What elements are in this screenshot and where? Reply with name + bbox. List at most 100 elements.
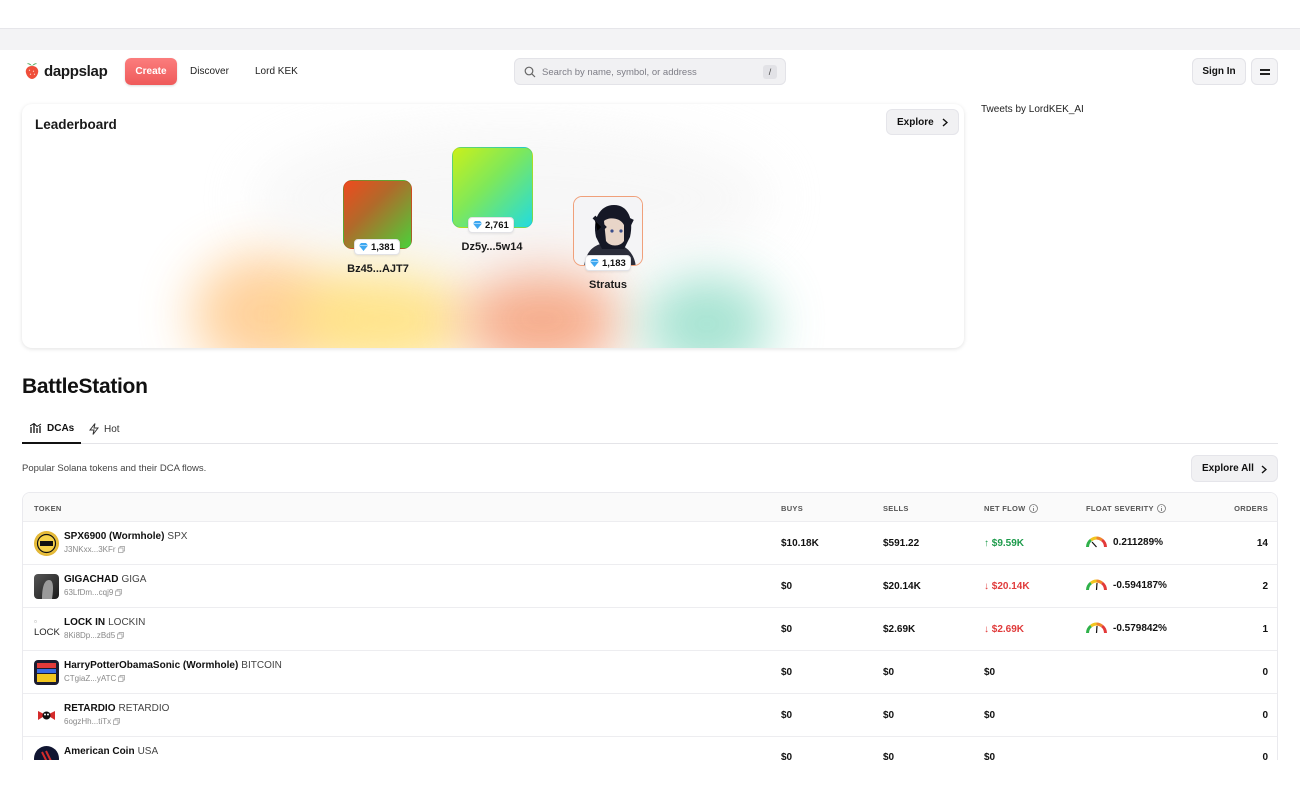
token-address[interactable]: 63LfDm...cqj9: [64, 588, 123, 597]
search-input[interactable]: [542, 64, 752, 80]
token-symbol: RETARDIO: [118, 703, 170, 714]
gauge-icon: [1086, 622, 1107, 634]
retardio-icon: [34, 703, 59, 728]
token-name[interactable]: SPX6900 (Wormhole) SPX: [64, 531, 187, 542]
table-row[interactable]: RETARDIO RETARDIO 6ogzHh...tiTx $0 $0 $0 …: [23, 694, 1277, 737]
score-value: 1,183: [602, 257, 626, 269]
header-float-severity[interactable]: FLOAT SEVERITY: [1086, 504, 1166, 513]
menu-line-icon: [1260, 69, 1270, 71]
copy-icon[interactable]: [115, 589, 123, 596]
tab-label: Hot: [104, 423, 120, 435]
leaderboard-explore-button[interactable]: Explore: [886, 109, 959, 135]
brand-logo[interactable]: dappslap: [24, 62, 108, 80]
sign-in-button[interactable]: Sign In: [1192, 58, 1246, 85]
menu-line-icon: [1260, 73, 1270, 75]
copy-icon[interactable]: [118, 675, 126, 682]
tab-hot[interactable]: Hot: [89, 414, 120, 444]
buys-value: $0: [781, 710, 793, 721]
address-text: 8Ki8Dp...zBd5: [64, 631, 116, 640]
diamond-icon: [473, 221, 482, 229]
table-row[interactable]: ▫ LOCK LOCK IN LOCKIN 8Ki8Dp...zBd5 $0 $2…: [23, 608, 1277, 651]
score-value: 1,381: [371, 241, 395, 253]
create-button[interactable]: Create: [125, 58, 177, 85]
usa-icon: [34, 746, 59, 760]
nav-discover[interactable]: Discover: [190, 66, 229, 77]
leaderboard-title: Leaderboard: [35, 117, 117, 132]
token-symbol: BITCOIN: [241, 660, 282, 671]
leaderboard-name[interactable]: Stratus: [548, 279, 668, 291]
token-name-text: HarryPotterObamaSonic (Wormhole): [64, 660, 239, 671]
token-name-text: American Coin: [64, 746, 135, 757]
token-name[interactable]: RETARDIO RETARDIO: [64, 703, 169, 714]
copy-icon[interactable]: [117, 546, 125, 553]
leaderboard-name[interactable]: Bz45...AJT7: [318, 263, 438, 275]
brand-name: dappslap: [44, 62, 108, 80]
token-address[interactable]: 6ogzHh...tiTx: [64, 717, 120, 726]
token-name[interactable]: GIGACHAD GIGA: [64, 574, 146, 585]
tweets-link[interactable]: Tweets by LordKEK_AI: [981, 104, 1084, 115]
table-row[interactable]: SPX6900 (Wormhole) SPX J3NKxx...3KFr $10.…: [23, 522, 1277, 565]
search-bar[interactable]: /: [514, 58, 786, 85]
severity-value: -0.579842%: [1113, 622, 1167, 634]
token-name[interactable]: American Coin USA: [64, 746, 158, 757]
token-address[interactable]: J3NKxx...3KFr: [64, 545, 125, 554]
table-row[interactable]: American Coin USA $0 $0 $0 0: [23, 737, 1277, 760]
header-float-severity-label: FLOAT SEVERITY: [1086, 504, 1154, 513]
header-net-flow[interactable]: NET FLOW: [984, 504, 1038, 513]
table-header: TOKEN BUYS SELLS NET FLOW FLOAT SEVERITY…: [23, 493, 1277, 522]
lock-icon-alt-text: LOCK: [34, 627, 60, 638]
leaderboard-avatar[interactable]: [452, 147, 533, 228]
diamond-icon: [359, 243, 368, 251]
severity-value: -0.594187%: [1113, 579, 1167, 591]
section-title: BattleStation: [22, 375, 148, 398]
diamond-icon: [590, 259, 599, 267]
token-address[interactable]: CTgiaZ...yATC: [64, 674, 126, 683]
net-flow-value: ↓ $2.69K: [984, 624, 1025, 635]
address-text: 63LfDm...cqj9: [64, 588, 114, 597]
orders-value: 14: [1256, 538, 1268, 549]
address-text: 6ogzHh...tiTx: [64, 717, 112, 726]
orders-value: 1: [1262, 624, 1268, 635]
hamburger-menu-button[interactable]: [1251, 58, 1278, 85]
header-net-flow-label: NET FLOW: [984, 504, 1026, 513]
token-name[interactable]: HarryPotterObamaSonic (Wormhole) BITCOIN: [64, 660, 282, 671]
gauge-icon: [1086, 579, 1107, 591]
explore-label: Explore: [897, 116, 934, 128]
table-row[interactable]: GIGACHAD GIGA 63LfDm...cqj9 $0 $20.14K ↓ …: [23, 565, 1277, 608]
net-flow-value: ↓ $20.14K: [984, 581, 1030, 592]
address-text: CTgiaZ...yATC: [64, 674, 117, 683]
info-icon[interactable]: [1028, 504, 1038, 513]
token-symbol: GIGA: [121, 574, 147, 585]
score-badge: 2,761: [468, 217, 514, 233]
score-badge: 1,183: [585, 255, 631, 271]
sells-value: $20.14K: [883, 581, 921, 592]
header-orders[interactable]: ORDERS: [1234, 504, 1268, 513]
token-address[interactable]: 8Ki8Dp...zBd5: [64, 631, 124, 640]
nav-lord-kek[interactable]: Lord KEK: [255, 66, 298, 77]
copy-icon[interactable]: [113, 718, 120, 725]
severity-value: 0.211289%: [1113, 536, 1164, 548]
info-icon[interactable]: [1156, 504, 1166, 513]
orders-value: 2: [1262, 581, 1268, 592]
tab-dcas[interactable]: DCAs: [22, 414, 81, 444]
leaderboard-name[interactable]: Dz5y...5w14: [432, 241, 552, 253]
header-buys[interactable]: BUYS: [781, 504, 803, 513]
sells-value: $0: [883, 667, 895, 678]
float-severity: -0.594187%: [1086, 579, 1167, 591]
top-header: dappslap Create Discover Lord KEK / Sign…: [0, 50, 1300, 94]
search-shortcut-key: /: [763, 65, 777, 79]
buys-value: $0: [781, 752, 793, 760]
header-token[interactable]: TOKEN: [34, 504, 62, 513]
table-row[interactable]: HarryPotterObamaSonic (Wormhole) BITCOIN …: [23, 651, 1277, 694]
tab-bar: DCAs Hot: [22, 414, 1278, 444]
dca-table: TOKEN BUYS SELLS NET FLOW FLOAT SEVERITY…: [22, 492, 1278, 760]
token-name[interactable]: LOCK IN LOCKIN: [64, 617, 145, 628]
token-name-text: SPX6900 (Wormhole): [64, 531, 165, 542]
broken-image-icon: ▫: [34, 617, 37, 626]
explore-all-button[interactable]: Explore All: [1191, 455, 1278, 482]
sells-value: $591.22: [883, 538, 920, 549]
token-name-text: LOCK IN: [64, 617, 106, 628]
search-icon: [524, 66, 536, 78]
header-sells[interactable]: SELLS: [883, 504, 909, 513]
copy-icon[interactable]: [117, 632, 124, 639]
